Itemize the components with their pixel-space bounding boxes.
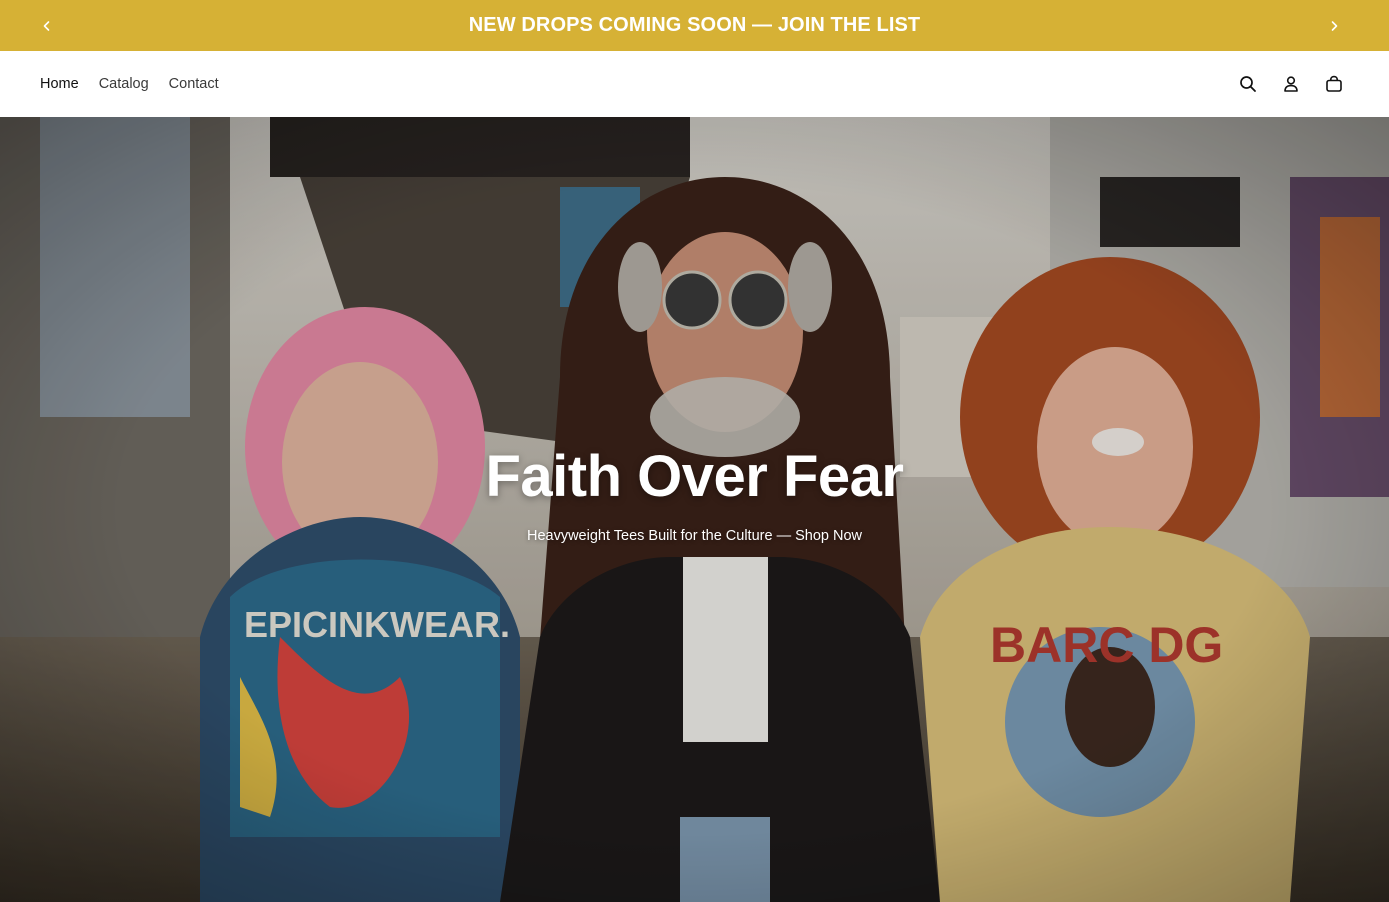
header-icons bbox=[1228, 51, 1357, 117]
announcement-next-button[interactable] bbox=[1308, 0, 1359, 51]
chevron-left-icon bbox=[43, 20, 49, 31]
nav-item-contact[interactable]: Contact bbox=[169, 76, 219, 92]
announcement-text[interactable]: NEW DROPS COMING SOON — JOIN THE LIST bbox=[469, 14, 921, 37]
main-nav: Home Catalog Contact bbox=[40, 51, 239, 117]
nav-item-home[interactable]: Home bbox=[40, 76, 79, 92]
chevron-right-icon bbox=[1331, 20, 1337, 31]
announcement-bar: NEW DROPS COMING SOON — JOIN THE LIST bbox=[0, 0, 1389, 51]
hero-title: Faith Over Fear bbox=[485, 444, 904, 509]
hero-banner[interactable]: EPICINKWEAR. BARC DG Faith Over Fear Hea… bbox=[0, 117, 1389, 902]
nav-item-catalog[interactable]: Catalog bbox=[99, 76, 149, 92]
account-button[interactable] bbox=[1271, 64, 1311, 104]
search-button[interactable] bbox=[1228, 64, 1268, 104]
cart-icon bbox=[1326, 75, 1342, 92]
search-icon bbox=[1240, 76, 1256, 92]
account-icon bbox=[1284, 76, 1298, 92]
hero-subtitle-link[interactable]: Heavyweight Tees Built for the Culture —… bbox=[0, 528, 1389, 544]
hero-content: Faith Over Fear Heavyweight Tees Built f… bbox=[0, 442, 1389, 544]
announcement-prev-button[interactable] bbox=[21, 0, 72, 51]
site-header: Home Catalog Contact bbox=[0, 51, 1389, 117]
cart-button[interactable] bbox=[1314, 64, 1354, 104]
